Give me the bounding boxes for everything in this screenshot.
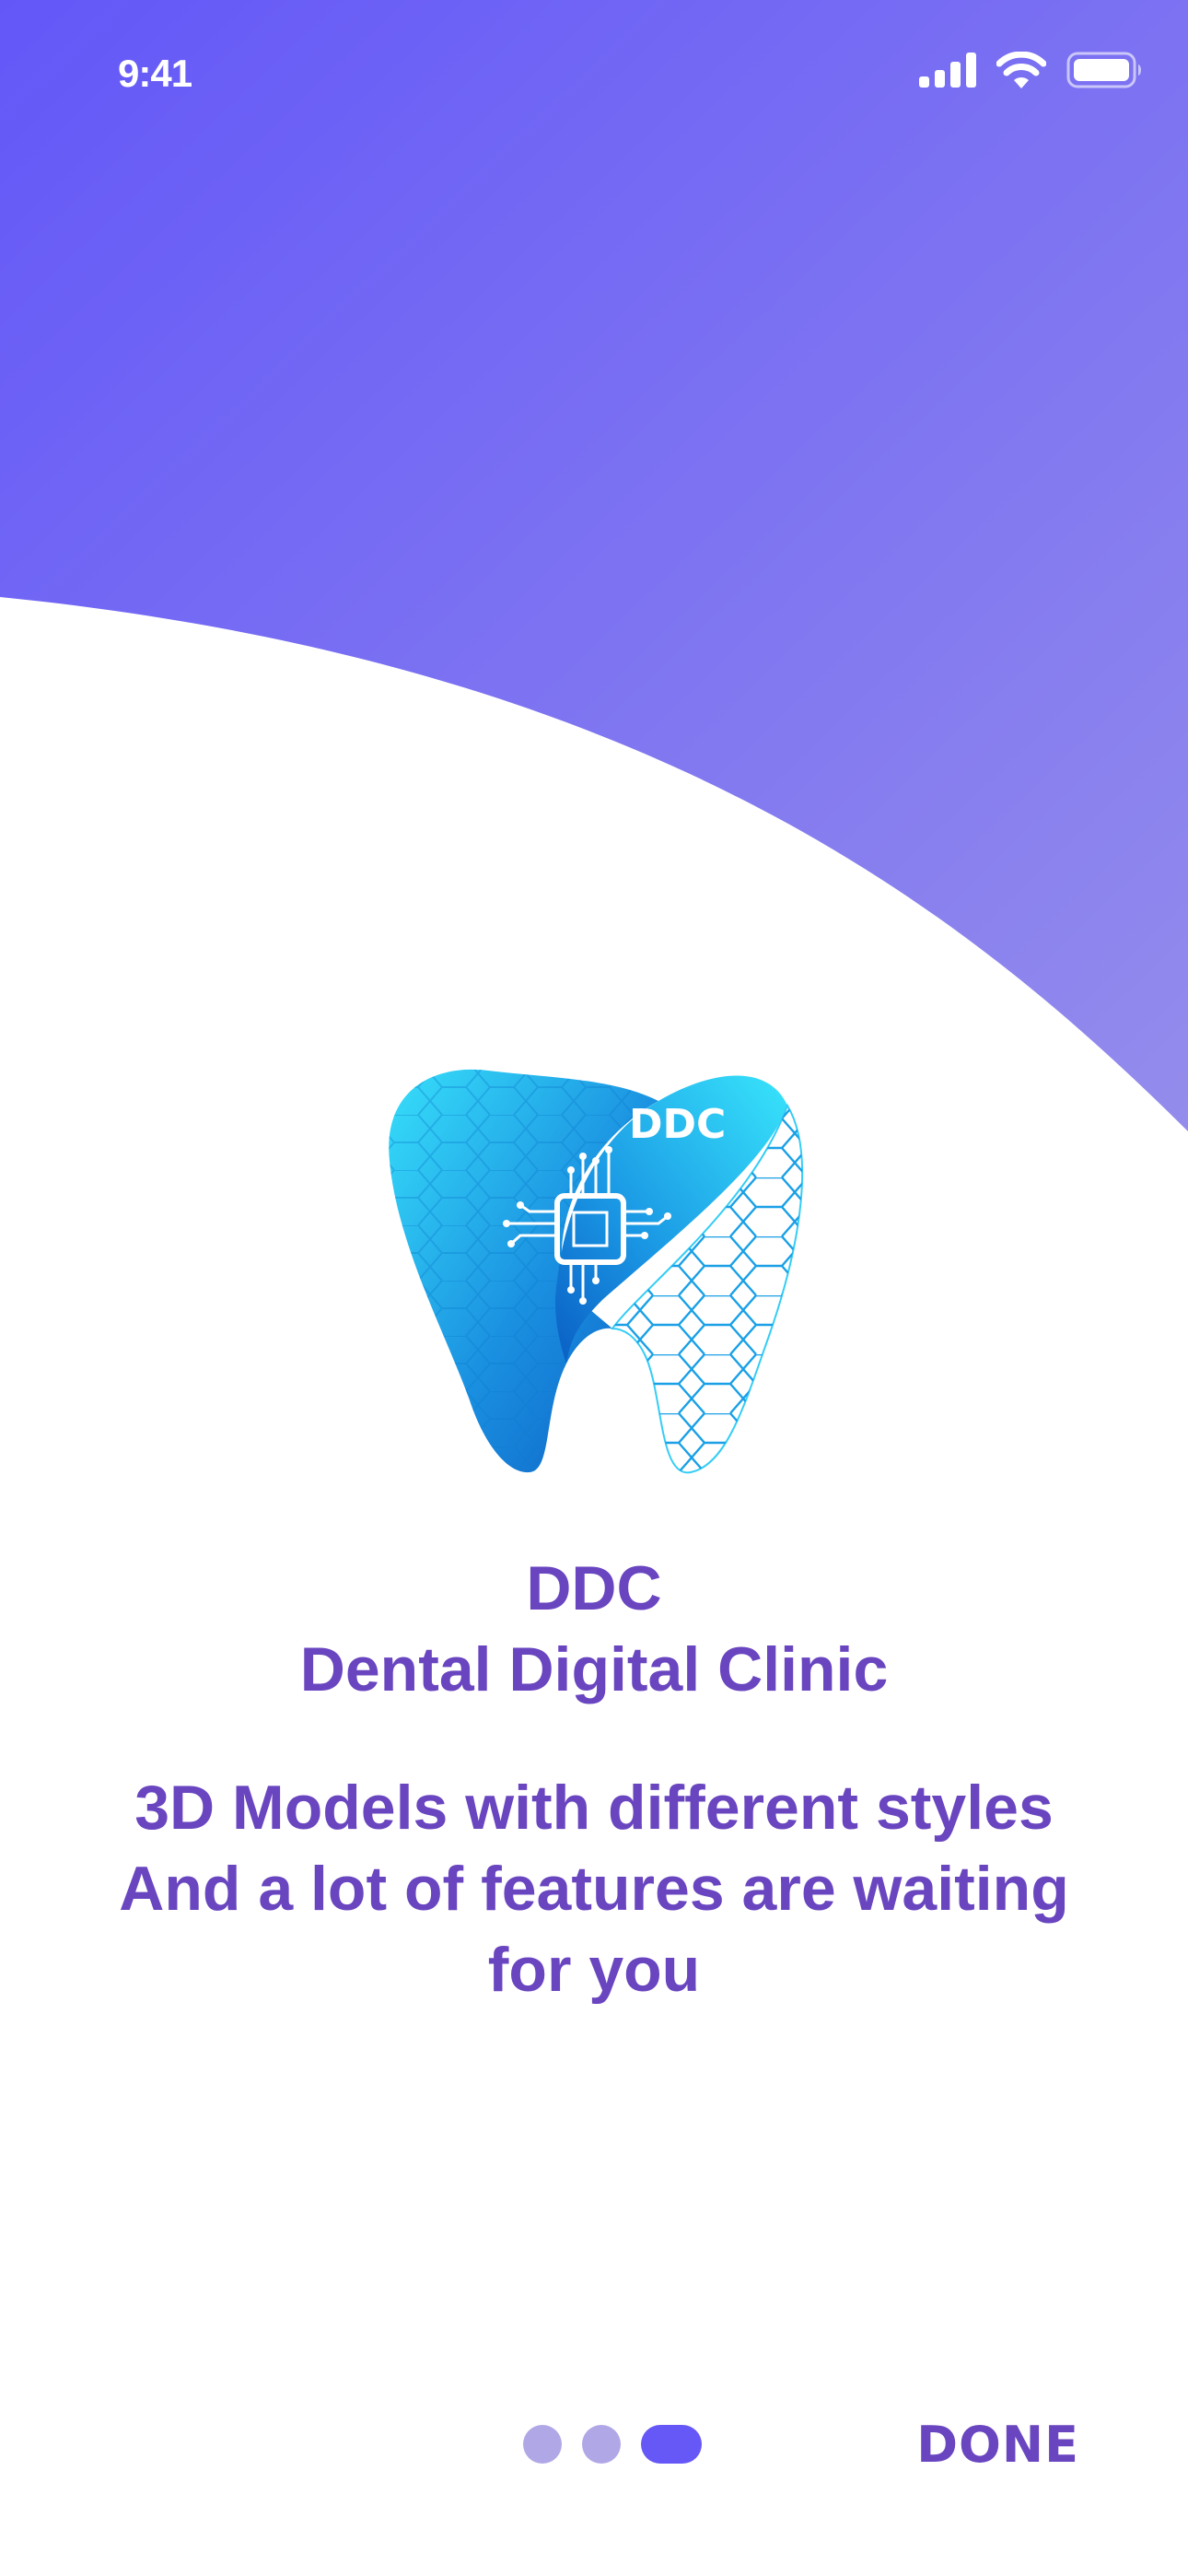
- page-dot[interactable]: [582, 2425, 621, 2464]
- ddc-tooth-logo: DDC: [389, 1069, 804, 1474]
- battery-icon: [1066, 52, 1141, 88]
- page-dot-active[interactable]: [641, 2425, 702, 2464]
- app-name-short: DDC: [526, 1553, 662, 1623]
- description-line: 3D Models with different styles: [134, 1773, 1054, 1843]
- page-indicator: [523, 2425, 702, 2464]
- header-wave-background: [0, 0, 1188, 1131]
- status-time: 9:41: [118, 52, 192, 95]
- description: 3D Models with different styles And a lo…: [74, 1767, 1114, 2010]
- status-icons: [919, 52, 1144, 88]
- description-line: for you: [487, 1935, 701, 2005]
- logo-text: DDC: [629, 1101, 726, 1148]
- app-name-full: Dental Digital Clinic: [299, 1634, 889, 1704]
- onboarding-screen: 9:41 DDC DDC Dental Digital Clinic 3D Mo…: [0, 0, 1188, 2576]
- onboarding-text: DDC Dental Digital Clinic 3D Models with…: [0, 1548, 1188, 2010]
- description-line: And a lot of features are waiting: [119, 1854, 1069, 1924]
- wifi-icon: [996, 52, 1046, 88]
- page-dot[interactable]: [523, 2425, 562, 2464]
- done-button[interactable]: DONE: [916, 2416, 1079, 2474]
- cellular-signal-icon: [919, 53, 976, 88]
- status-bar: 9:41: [0, 0, 1188, 147]
